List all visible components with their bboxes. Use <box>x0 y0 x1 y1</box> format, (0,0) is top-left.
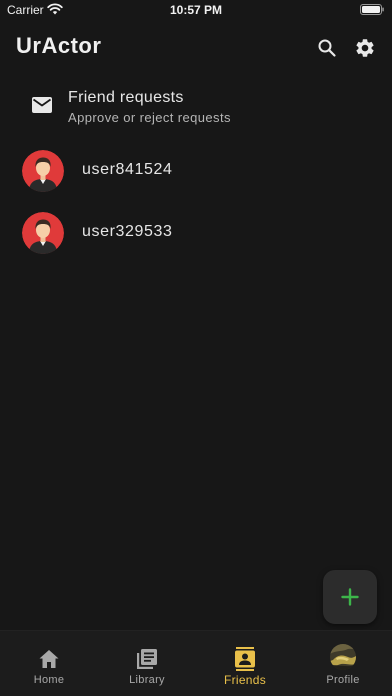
status-time: 10:57 PM <box>169 3 223 17</box>
friends-icon <box>235 647 255 671</box>
friend-list-item[interactable]: user329533 <box>0 205 392 261</box>
friend-list-item[interactable]: user841524 <box>0 143 392 199</box>
app-header: UrActor <box>0 30 392 66</box>
search-button[interactable] <box>314 35 340 61</box>
plus-icon <box>341 588 359 606</box>
user-avatar-icon <box>22 212 64 254</box>
avatar <box>22 212 64 254</box>
user-avatar-icon <box>22 150 64 192</box>
profile-avatar <box>330 644 356 670</box>
friend-requests-row[interactable]: Friend requests Approve or reject reques… <box>0 82 392 132</box>
friend-username: user841524 <box>82 161 173 178</box>
app-title: UrActor <box>16 33 102 58</box>
profile-avatar-icon <box>330 644 356 670</box>
avatar <box>22 150 64 192</box>
friend-requests-subtitle: Approve or reject requests <box>68 110 231 125</box>
status-bar: Carrier 10:57 PM <box>0 0 392 22</box>
nav-profile[interactable]: Profile <box>294 631 392 696</box>
nav-library-label: Library <box>129 674 165 686</box>
mail-icon <box>32 97 52 113</box>
library-icon <box>137 649 157 669</box>
nav-friends-label: Friends <box>223 673 267 687</box>
battery-icon <box>360 4 384 15</box>
friend-requests-title: Friend requests <box>68 89 184 106</box>
nav-friends[interactable]: Friends <box>196 631 294 696</box>
friend-username: user329533 <box>82 223 173 240</box>
settings-button[interactable] <box>352 35 378 61</box>
nav-home[interactable]: Home <box>0 631 98 696</box>
home-icon <box>39 650 59 668</box>
search-icon <box>318 39 336 57</box>
gear-icon <box>356 39 374 57</box>
nav-home-label: Home <box>33 674 65 686</box>
bottom-nav: Home Library Friends Profile <box>0 630 392 696</box>
nav-library[interactable]: Library <box>98 631 196 696</box>
nav-profile-label: Profile <box>326 674 360 686</box>
add-friend-button[interactable] <box>323 570 377 624</box>
